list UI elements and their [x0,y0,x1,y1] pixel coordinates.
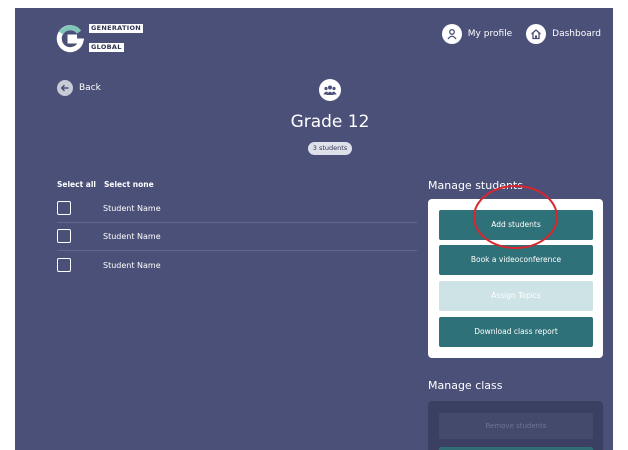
add-students-button[interactable]: Add students [439,210,593,240]
student-row: Student Name [57,194,417,223]
my-profile-label: My profile [467,29,513,39]
class-title: Grade 12 [290,112,370,132]
app-window: GENERATION GLOBAL My profile Dashboard B… [15,8,613,450]
student-name: Student Name [103,260,161,270]
home-icon [526,24,547,44]
manage-students-panel: Add students Book a videoconference Assi… [428,199,603,358]
top-navigation: My profile Dashboard [441,24,601,44]
logo-line-1: GENERATION [89,24,144,33]
back-button[interactable]: Back [57,80,101,96]
manage-class-panel: Remove students [428,401,603,450]
select-all-link[interactable]: Select all [57,180,96,189]
student-name: Student Name [103,203,161,213]
generation-global-logo-icon[interactable] [55,24,85,54]
dashboard-link[interactable]: Dashboard [526,24,601,44]
group-icon [319,79,341,101]
student-checkbox[interactable] [57,229,71,243]
selection-controls: Select all Select none [57,180,154,189]
select-none-link[interactable]: Select none [104,180,154,189]
student-checkbox[interactable] [57,258,71,272]
student-row: Student Name [57,222,417,251]
person-icon [441,24,462,44]
student-name: Student Name [103,231,161,241]
back-label: Back [79,83,101,93]
manage-students-heading: Manage students [428,179,523,192]
remove-students-button[interactable]: Remove students [439,413,593,439]
logo-text: GENERATION GLOBAL [89,24,144,53]
logo-line-2: GLOBAL [89,43,124,52]
download-class-report-button[interactable]: Download class report [439,317,593,347]
manage-class-heading: Manage class [428,379,503,392]
my-profile-link[interactable]: My profile [441,24,513,44]
student-count-badge: 3 students [308,142,352,155]
book-videoconference-button[interactable]: Book a videoconference [439,245,593,275]
dashboard-label: Dashboard [552,29,601,39]
student-checkbox[interactable] [57,201,71,215]
student-row: Student Name [57,251,417,279]
arrow-left-icon [57,80,73,96]
assign-topics-button[interactable]: Assign Topics [439,281,593,311]
